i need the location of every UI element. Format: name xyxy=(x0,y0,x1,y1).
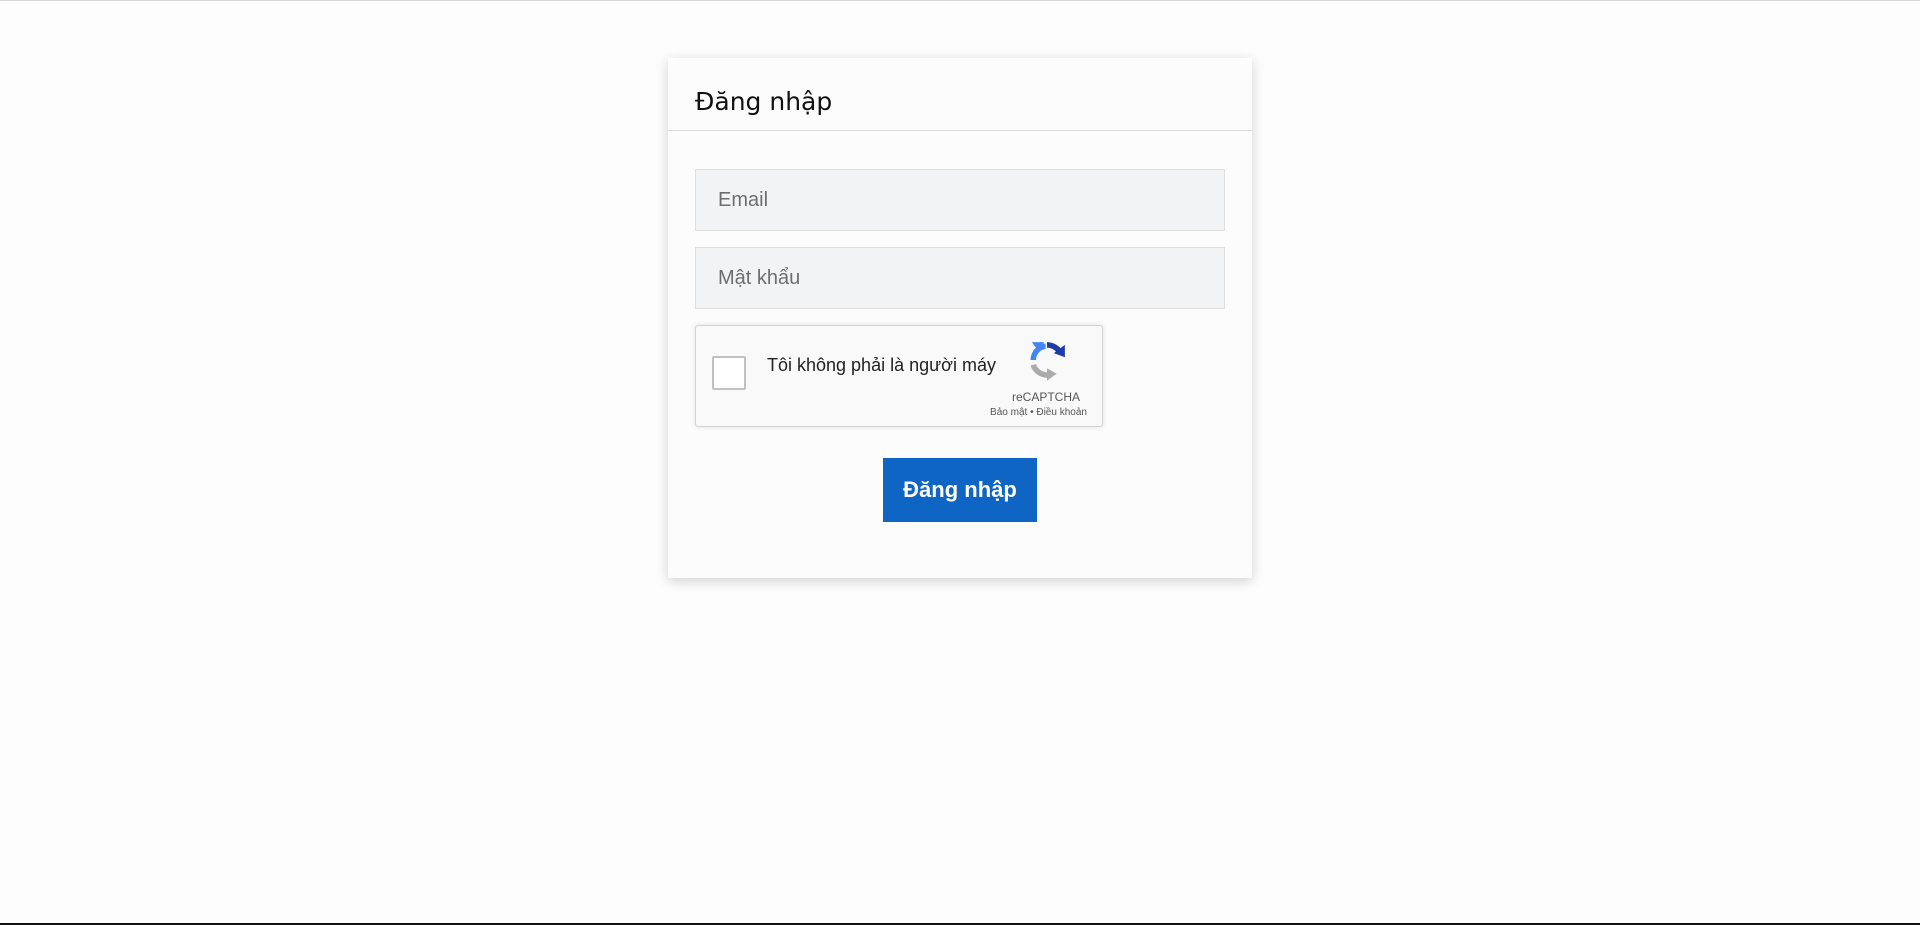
recaptcha-link-separator: • xyxy=(1027,407,1037,418)
recaptcha-links: Bảo mật • Điều khoản xyxy=(976,407,1101,418)
card-body: Tôi không phải là người máy reCAPTCHA Bả… xyxy=(668,131,1252,522)
recaptcha-terms-link[interactable]: Điều khoản xyxy=(1036,407,1087,418)
recaptcha-label: Tôi không phải là người máy xyxy=(767,355,996,375)
login-button[interactable]: Đăng nhập xyxy=(883,458,1037,522)
recaptcha-privacy-link[interactable]: Bảo mật xyxy=(990,407,1027,418)
password-field[interactable] xyxy=(695,247,1225,309)
recaptcha-checkbox[interactable] xyxy=(712,356,746,390)
recaptcha-widget: Tôi không phải là người máy reCAPTCHA Bả… xyxy=(695,325,1103,427)
recaptcha-brand: reCAPTCHA xyxy=(1011,390,1080,404)
page-title: Đăng nhập xyxy=(695,87,833,116)
top-divider xyxy=(0,0,1920,1)
card-header: Đăng nhập xyxy=(668,58,1252,131)
email-field[interactable] xyxy=(695,169,1225,231)
login-card: Đăng nhập Tôi không phải là người máy re… xyxy=(668,58,1252,578)
recaptcha-logo-icon xyxy=(1030,342,1065,381)
submit-row: Đăng nhập xyxy=(695,458,1225,522)
